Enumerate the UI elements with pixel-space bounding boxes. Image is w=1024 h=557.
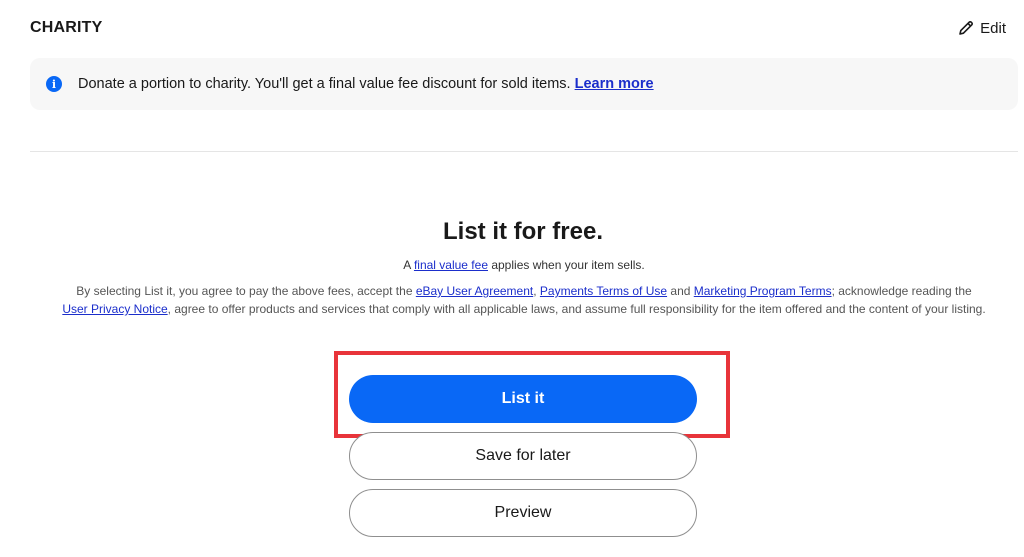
edit-button[interactable]: Edit [957,19,1006,37]
charity-header: CHARITY Edit [30,16,1006,40]
marketing-terms-link[interactable]: Marketing Program Terms [694,284,832,298]
page: CHARITY Edit i Donate a portion to chari… [0,0,1024,557]
save-for-later-button[interactable]: Save for later [349,432,697,480]
legal-text: By selecting List it, you agree to pay t… [36,282,1012,318]
legal-part-2: , [533,284,540,298]
banner-message: Donate a portion to charity. You'll get … [78,76,575,92]
charity-info-banner: i Donate a portion to charity. You'll ge… [30,58,1018,110]
fee-suffix: applies when your item sells. [488,258,645,272]
banner-text: Donate a portion to charity. You'll get … [78,76,654,92]
edit-label: Edit [980,19,1006,37]
list-it-button[interactable]: List it [349,375,697,423]
legal-part-5: , agree to offer products and services t… [167,302,986,316]
info-icon: i [46,76,62,92]
section-title: CHARITY [30,19,103,36]
legal-part-1: By selecting List it, you agree to pay t… [76,284,416,298]
fee-note: A final value fee applies when your item… [0,258,1024,272]
privacy-notice-link[interactable]: User Privacy Notice [62,302,167,316]
pencil-icon [957,19,975,37]
legal-part-3: and [667,284,694,298]
final-value-fee-link[interactable]: final value fee [414,258,488,272]
legal-part-4: ; acknowledge reading the [831,284,972,298]
preview-button[interactable]: Preview [349,489,697,537]
learn-more-link[interactable]: Learn more [575,76,654,92]
user-agreement-link[interactable]: eBay User Agreement [416,284,533,298]
payments-terms-link[interactable]: Payments Terms of Use [540,284,667,298]
fee-prefix: A [403,258,414,272]
divider [30,151,1018,152]
list-title: List it for free. [442,218,604,245]
